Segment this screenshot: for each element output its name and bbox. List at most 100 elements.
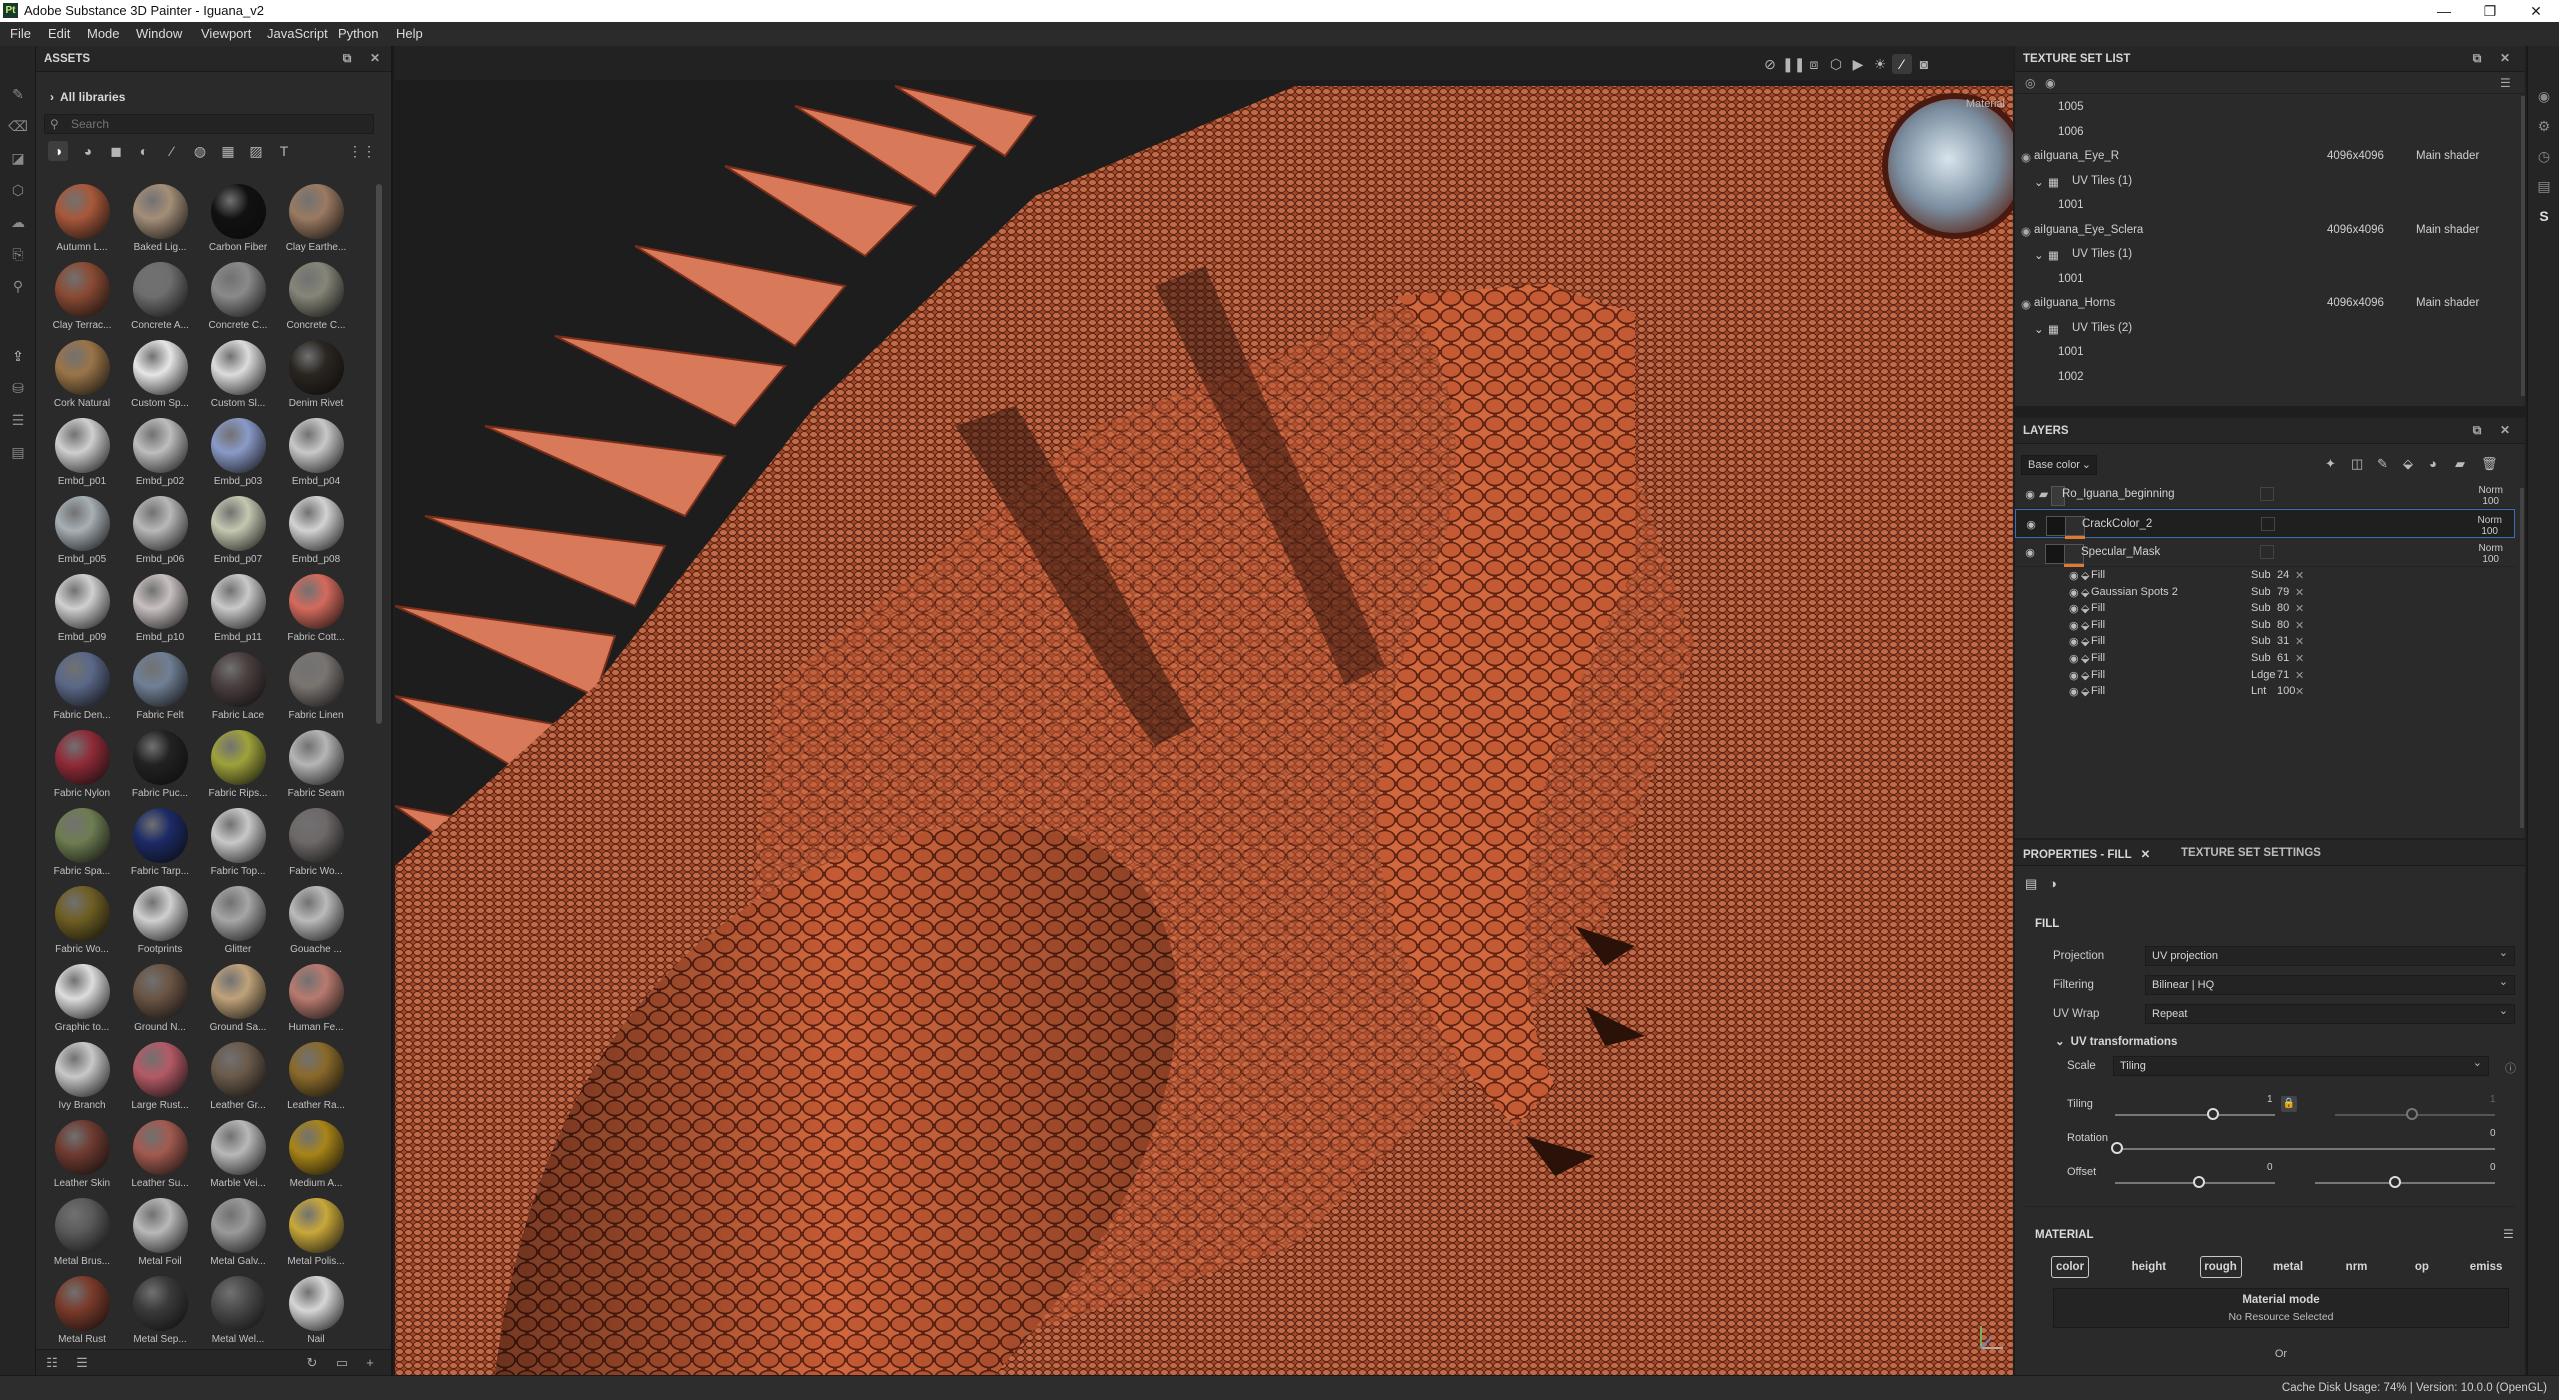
delete-effect-icon[interactable]: ✕ bbox=[2295, 635, 2304, 648]
uv-2d-icon[interactable]: ⧈ bbox=[1804, 54, 1824, 74]
add-mask-icon[interactable]: ◫ bbox=[2351, 456, 2363, 472]
delete-effect-icon[interactable]: ✕ bbox=[2295, 619, 2304, 632]
effect-blend-mode[interactable]: Sub bbox=[2251, 619, 2271, 631]
projection-dropdown[interactable]: UV projection bbox=[2145, 946, 2515, 966]
uv-tile-row[interactable]: 1001 bbox=[2015, 268, 2515, 292]
channel-emiss-button[interactable]: emiss bbox=[2468, 1256, 2504, 1278]
asset-item[interactable]: Nail bbox=[276, 1276, 348, 1354]
asset-item[interactable]: Fabric Cott... bbox=[276, 574, 348, 652]
uv-tiles-group[interactable]: ⌄ ▦ UV Tiles (2) bbox=[2015, 317, 2515, 341]
effect-opacity[interactable]: 61 bbox=[2277, 652, 2289, 664]
texture-set-row[interactable]: ◉ aiIguana_Horns 4096x4096 Main shader bbox=[2015, 292, 2515, 316]
cube-icon[interactable]: ⬡ bbox=[1826, 54, 1846, 74]
uv-tiles-group[interactable]: ⌄ ▦ UV Tiles (1) bbox=[2015, 243, 2515, 267]
visibility-eye-icon[interactable]: ◉ bbox=[2069, 685, 2079, 698]
delete-layer-icon[interactable]: 🗑 bbox=[2481, 456, 2498, 472]
eye-icon[interactable]: ◉ bbox=[2021, 150, 2031, 164]
asset-item[interactable]: Autumn L... bbox=[42, 184, 114, 262]
grid-view-icon[interactable]: ⋮⋮ bbox=[348, 141, 376, 161]
asset-item[interactable]: Fabric Linen bbox=[276, 652, 348, 730]
maximize-button[interactable]: ❐ bbox=[2467, 0, 2513, 22]
effect-row[interactable]: ◉ ⬙ Fill Sub 80 ✕ bbox=[2015, 600, 2515, 617]
eraser-icon[interactable]: ⌫ bbox=[8, 116, 28, 136]
asset-item[interactable]: Custom Sp... bbox=[120, 340, 192, 418]
effect-opacity[interactable]: 71 bbox=[2277, 669, 2289, 681]
layer-row[interactable]: ◉ Specular_Mask Norm 100 bbox=[2015, 538, 2515, 567]
asset-item[interactable]: Leather Su... bbox=[120, 1120, 192, 1198]
uv-transformations-toggle[interactable]: ⌄ UV transformations bbox=[2055, 1034, 2177, 1048]
add-icon[interactable]: + bbox=[362, 1355, 378, 1371]
asset-item[interactable]: Fabric Nylon bbox=[42, 730, 114, 808]
asset-item[interactable]: Baked Lig... bbox=[120, 184, 192, 262]
export-icon[interactable]: ⇪ bbox=[8, 346, 28, 366]
close-panel-icon[interactable]: ✕ bbox=[368, 51, 382, 65]
smudge-icon[interactable]: ☁ bbox=[8, 212, 28, 232]
close-button[interactable]: ✕ bbox=[2513, 0, 2559, 22]
asset-item[interactable]: Metal Sep... bbox=[120, 1276, 192, 1354]
close-panel-icon[interactable]: ✕ bbox=[2498, 423, 2512, 437]
channel-color-button[interactable]: color bbox=[2051, 1256, 2089, 1278]
effect-row[interactable]: ◉ ⬙ Gaussian Spots 2 Sub 79 ✕ bbox=[2015, 584, 2515, 601]
menu-file[interactable]: File bbox=[10, 26, 31, 41]
close-tab-icon[interactable]: ✕ bbox=[2141, 849, 2151, 861]
history-icon[interactable]: ◷ bbox=[2534, 146, 2554, 166]
delete-effect-icon[interactable]: ✕ bbox=[2295, 569, 2304, 582]
layers-scrollbar[interactable] bbox=[2520, 488, 2524, 828]
asset-item[interactable]: Metal Foil bbox=[120, 1198, 192, 1276]
offset-x-slider-knob[interactable] bbox=[2193, 1176, 2205, 1188]
rotation-slider-knob[interactable] bbox=[2111, 1142, 2123, 1154]
texture-set-row[interactable]: ◉ aiIguana_Eye_Sclera 4096x4096 Main shader bbox=[2015, 219, 2515, 243]
rotation-value[interactable]: 0 bbox=[2490, 1128, 2496, 1139]
asset-item[interactable]: Embd_p11 bbox=[198, 574, 270, 652]
add-smart-material-icon[interactable]: ◕ bbox=[2429, 456, 2437, 471]
menu-javascript[interactable]: JavaScript bbox=[267, 26, 328, 41]
effect-blend-mode[interactable]: Sub bbox=[2251, 602, 2271, 614]
effect-blend-mode[interactable]: Ldge bbox=[2251, 669, 2275, 681]
clone-icon[interactable]: ⎘ bbox=[8, 244, 28, 264]
list-options-icon[interactable]: ☰ bbox=[2500, 76, 2511, 90]
asset-item[interactable]: Gouache ... bbox=[276, 886, 348, 964]
asset-item[interactable]: Ivy Branch bbox=[42, 1042, 114, 1120]
fill-properties-icon[interactable]: ▤ bbox=[2025, 876, 2037, 892]
asset-item[interactable]: Leather Ra... bbox=[276, 1042, 348, 1120]
delete-effect-icon[interactable]: ✕ bbox=[2295, 669, 2304, 682]
asset-item[interactable]: Embd_p08 bbox=[276, 496, 348, 574]
info-icon[interactable]: ⓘ bbox=[2505, 1060, 2516, 1076]
layer-opacity[interactable]: 100 bbox=[2481, 526, 2498, 537]
uv-tile-row[interactable]: 1001 bbox=[2015, 194, 2515, 218]
library-selector[interactable]: › All libraries bbox=[50, 90, 125, 104]
material-options-icon[interactable]: ☰ bbox=[2503, 1227, 2514, 1241]
texture-set-scrollbar[interactable] bbox=[2521, 96, 2525, 396]
uv-tile-row[interactable]: 1006 bbox=[2015, 121, 2515, 145]
asset-item[interactable]: Embd_p02 bbox=[120, 418, 192, 496]
tab-texture-set-settings[interactable]: TEXTURE SET SETTINGS bbox=[2173, 840, 2329, 866]
undock-icon[interactable]: ⧉ bbox=[2470, 423, 2484, 437]
camera-icon[interactable]: ◙ bbox=[1914, 54, 1934, 74]
effect-blend-mode[interactable]: Sub bbox=[2251, 652, 2271, 664]
asset-item[interactable]: Concrete A... bbox=[120, 262, 192, 340]
asset-item[interactable]: Embd_p01 bbox=[42, 418, 114, 496]
smart-masks-filter-icon[interactable]: ◐ bbox=[134, 141, 154, 161]
layer-opacity[interactable]: 100 bbox=[2482, 554, 2499, 565]
material-mode-box[interactable]: Material mode No Resource Selected bbox=[2053, 1288, 2509, 1328]
effect-opacity[interactable]: 80 bbox=[2277, 619, 2289, 631]
effect-opacity[interactable]: 80 bbox=[2277, 602, 2289, 614]
effect-row[interactable]: ◉ ⬙ Fill Lnt 100 ✕ bbox=[2015, 683, 2515, 700]
menu-mode[interactable]: Mode bbox=[87, 26, 120, 41]
channel-metal-button[interactable]: metal bbox=[2269, 1256, 2307, 1278]
visibility-eye-icon[interactable]: ◉ bbox=[2023, 488, 2037, 502]
filtering-dropdown[interactable]: Bilinear | HQ bbox=[2145, 975, 2515, 995]
uv-tiles-group[interactable]: ⌄ ▦ UV Tiles (1) bbox=[2015, 170, 2515, 194]
effect-blend-mode[interactable]: Sub bbox=[2251, 586, 2271, 598]
minimize-button[interactable]: — bbox=[2421, 0, 2467, 22]
layer-row[interactable]: ◉ CrackColor_2 Norm 100 bbox=[2015, 509, 2515, 539]
effect-row[interactable]: ◉ ⬙ Fill Sub 31 ✕ bbox=[2015, 633, 2515, 650]
effect-opacity[interactable]: 100 bbox=[2277, 685, 2295, 697]
lights-icon[interactable]: ☀ bbox=[1870, 54, 1890, 74]
masks-filter-icon[interactable]: ◼ bbox=[106, 141, 126, 161]
asset-item[interactable]: Large Rust... bbox=[120, 1042, 192, 1120]
layer-color-swatch[interactable] bbox=[2260, 545, 2274, 559]
menu-help[interactable]: Help bbox=[396, 26, 423, 41]
tiling-slider-track[interactable] bbox=[2115, 1114, 2275, 1116]
effect-row[interactable]: ◉ ⬙ Fill Sub 80 ✕ bbox=[2015, 617, 2515, 634]
